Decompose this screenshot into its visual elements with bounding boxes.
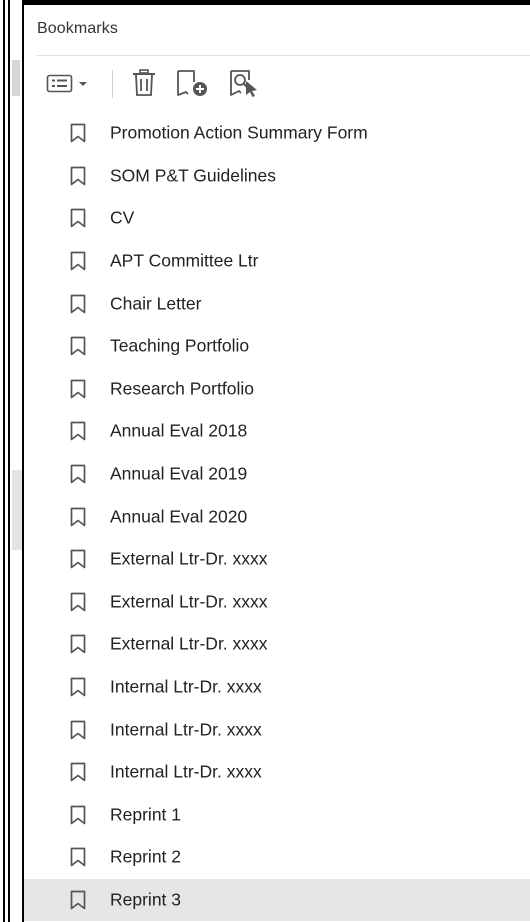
find-bookmark-button[interactable] [224, 63, 264, 103]
bookmark-icon [70, 762, 86, 782]
bookmark-label: Teaching Portfolio [110, 335, 250, 356]
panel-header: Bookmarks [24, 5, 530, 55]
bookmark-item[interactable]: Chair Letter [24, 282, 530, 325]
bookmark-item[interactable]: Reprint 2 [24, 836, 530, 879]
divider [37, 55, 530, 56]
bookmark-item[interactable]: External Ltr-Dr. xxxx [24, 581, 530, 624]
bookmark-item[interactable]: APT Committee Ltr [24, 240, 530, 283]
window-border [3, 0, 5, 922]
panel-title: Bookmarks [37, 20, 118, 37]
bookmark-list: Promotion Action Summary Form SOM P&T Gui… [24, 112, 530, 922]
window-edge-fragment [12, 470, 22, 550]
bookmark-item[interactable]: Teaching Portfolio [24, 325, 530, 368]
bookmark-item[interactable]: Annual Eval 2019 [24, 453, 530, 496]
bookmark-item[interactable]: Internal Ltr-Dr. xxxx [24, 708, 530, 751]
bookmark-label: Reprint 1 [110, 804, 182, 825]
bookmark-item[interactable]: CV [24, 197, 530, 240]
bookmark-item[interactable]: Reprint 1 [24, 794, 530, 837]
window-edge-fragment [12, 60, 20, 96]
bookmark-label: External Ltr-Dr. xxxx [110, 548, 268, 569]
bookmark-label: Promotion Action Summary Form [110, 122, 368, 143]
bookmark-icon [70, 123, 86, 143]
bookmark-label: Reprint 2 [110, 846, 182, 867]
options-menu-button[interactable] [36, 63, 100, 103]
search-bookmark-icon [230, 70, 257, 97]
window-border [8, 0, 10, 922]
bookmark-item[interactable]: SOM P&T Guidelines [24, 155, 530, 198]
bookmark-icon [70, 422, 86, 441]
bookmark-icon [70, 677, 86, 697]
bookmark-label: Reprint 3 [110, 889, 182, 910]
bookmark-item[interactable]: External Ltr-Dr. xxxx [24, 538, 530, 581]
bookmark-icon [70, 379, 86, 399]
bookmark-icon [70, 805, 86, 825]
bookmark-item[interactable]: Reprint 3 [24, 878, 530, 922]
bookmark-item[interactable]: Internal Ltr-Dr. xxxx [24, 666, 530, 709]
bookmark-icon [70, 464, 86, 484]
bookmark-label: Internal Ltr-Dr. xxxx [110, 761, 262, 782]
bookmark-icon [70, 166, 86, 186]
bookmark-label: Annual Eval 2019 [110, 463, 248, 484]
bookmark-icon [70, 890, 86, 910]
bookmark-item[interactable]: External Ltr-Dr. xxxx [24, 623, 530, 666]
bookmark-icon [70, 720, 86, 739]
bookmark-label: External Ltr-Dr. xxxx [110, 591, 268, 612]
bookmark-icon [70, 251, 86, 271]
bookmark-item[interactable]: Research Portfolio [24, 368, 530, 411]
bookmark-label: APT Committee Ltr [110, 250, 259, 271]
app-window: Bookmarks Promotion Action Summary Form … [0, 0, 530, 922]
bookmark-item[interactable]: Promotion Action Summary Form [24, 112, 530, 155]
new-bookmark-icon [177, 70, 207, 96]
bookmark-label: CV [110, 207, 135, 228]
bookmark-icon [70, 635, 86, 654]
bookmark-item[interactable]: Annual Eval 2018 [24, 410, 530, 453]
bookmark-label: Annual Eval 2020 [110, 506, 248, 527]
bookmark-options-icon [46, 74, 87, 93]
toolbar-divider [112, 70, 113, 98]
bookmark-icon [70, 336, 86, 356]
bookmarks-panel: Bookmarks Promotion Action Summary Form … [24, 5, 530, 922]
bookmark-icon [70, 549, 86, 569]
bookmarks-toolbar [24, 63, 530, 103]
delete-bookmark-button[interactable] [127, 63, 161, 103]
bookmark-icon [70, 848, 86, 867]
bookmark-label: Research Portfolio [110, 378, 254, 399]
bookmark-icon [70, 507, 86, 526]
trash-icon [133, 69, 155, 96]
bookmark-label: SOM P&T Guidelines [110, 165, 276, 186]
new-bookmark-button[interactable] [171, 63, 215, 103]
bookmark-item[interactable]: Internal Ltr-Dr. xxxx [24, 751, 530, 794]
bookmark-icon [70, 294, 86, 314]
bookmark-label: Internal Ltr-Dr. xxxx [110, 719, 262, 740]
bookmark-label: Internal Ltr-Dr. xxxx [110, 676, 262, 697]
left-window-edge [0, 0, 22, 922]
bookmark-icon [70, 209, 86, 228]
bookmark-label: Annual Eval 2018 [110, 420, 248, 441]
bookmark-item[interactable]: Annual Eval 2020 [24, 495, 530, 538]
bookmark-label: Chair Letter [110, 293, 202, 314]
bookmark-icon [70, 592, 86, 612]
bookmark-label: External Ltr-Dr. xxxx [110, 633, 268, 654]
